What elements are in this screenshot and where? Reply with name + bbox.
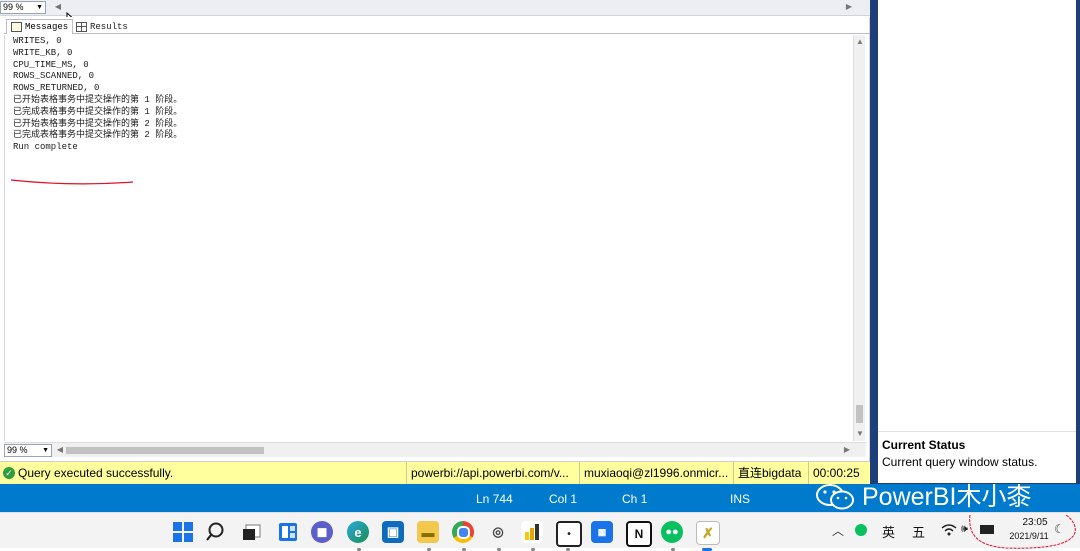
scroll-up-arrow-icon[interactable]: ▲: [854, 37, 866, 46]
messages-pane[interactable]: WRITES, 0 WRITE_KB, 0 CPU_TIME_MS, 0 ROW…: [4, 35, 853, 441]
status-user: muxiaoqi@zl1996.onmicr...: [579, 462, 737, 484]
file-explorer-icon[interactable]: ▬: [417, 521, 439, 543]
top-toolbar-strip: 99 % ▼ ◀ ▶: [0, 0, 870, 28]
ssms-app-icon[interactable]: ✗: [696, 521, 720, 545]
windows-start-icon[interactable]: [173, 522, 193, 542]
message-line: 已完成表格事务中提交操作的第 2 阶段。: [13, 130, 183, 141]
edge-browser-icon[interactable]: e: [347, 521, 369, 543]
message-line: ROWS_SCANNED, 0: [13, 71, 95, 82]
message-line: Run complete: [13, 142, 78, 153]
scrollbar-thumb[interactable]: [856, 405, 863, 423]
scroll-right-arrow-icon[interactable]: ▶: [843, 445, 851, 454]
horizontal-scrollbar-thumb[interactable]: [66, 447, 264, 454]
bottom-zoom-select[interactable]: 99 % ▼: [4, 444, 52, 457]
wifi-icon[interactable]: [941, 523, 957, 537]
widgets-icon[interactable]: [277, 521, 299, 543]
messages-icon: [11, 22, 22, 32]
properties-description: Current query window status.: [882, 455, 1038, 469]
properties-divider: [878, 431, 1076, 432]
chevron-up-icon[interactable]: ︿: [832, 522, 844, 539]
properties-panel-frame: Current Status Current query window stat…: [870, 0, 1080, 486]
watermark-text: PowerBI木小桼: [862, 483, 1032, 511]
red-circle-annotation: [969, 514, 1076, 549]
editor-character-number: Ch 1: [622, 492, 648, 506]
status-server: powerbi://api.powerbi.com/v...: [406, 462, 583, 484]
message-line: 已开始表格事务中提交操作的第 1 阶段。: [13, 94, 183, 105]
message-line: ROWS_RETURNED, 0: [13, 83, 100, 94]
store-icon[interactable]: ▣: [382, 521, 404, 543]
ime-mode-indicator[interactable]: 五: [912, 522, 925, 541]
notion-icon[interactable]: N: [626, 521, 652, 547]
scroll-left-arrow-icon[interactable]: ◀: [56, 445, 64, 454]
editor-status-bar: Ln 744 Col 1 Ch 1 INS PowerBI木小桼: [0, 481, 1080, 513]
ime-language-indicator[interactable]: 英: [882, 522, 895, 541]
properties-panel: Current Status Current query window stat…: [878, 0, 1076, 483]
top-zoom-select[interactable]: 99 % ▼: [0, 1, 46, 14]
red-underline-annotation: [10, 179, 134, 185]
query-status-bar: ✓ Query executed successfully. powerbi:/…: [0, 461, 870, 484]
task-view-icon[interactable]: [241, 521, 263, 543]
properties-title: Current Status: [882, 438, 966, 452]
status-message: Query executed successfully.: [18, 466, 174, 480]
message-line: 已开始表格事务中提交操作的第 2 阶段。: [13, 118, 183, 129]
calendar-icon[interactable]: ▦: [591, 521, 613, 543]
editor-insert-mode: INS: [730, 492, 751, 506]
messages-text: WRITES, 0 WRITE_KB, 0 CPU_TIME_MS, 0 ROW…: [13, 36, 843, 154]
chevron-down-icon: ▼: [42, 447, 49, 454]
chrome-browser-icon[interactable]: [452, 521, 474, 543]
message-line: CPU_TIME_MS, 0: [13, 59, 89, 70]
grid-icon: [76, 22, 87, 32]
message-line: WRITES, 0: [13, 36, 62, 46]
search-icon[interactable]: [206, 521, 228, 543]
scroll-right-arrow-icon[interactable]: ▶: [845, 2, 853, 11]
chevron-down-icon: ▼: [36, 4, 43, 11]
terminal-app-icon[interactable]: •: [556, 521, 582, 547]
editor-line-number: Ln 744: [476, 492, 513, 506]
teams-chat-icon[interactable]: ◼: [311, 521, 333, 543]
messages-bottom-bar: 99 % ▼ ◀ ▶: [4, 442, 866, 457]
results-tab-strip: Messages Results: [4, 19, 870, 34]
wechat-app-icon[interactable]: ●●: [661, 521, 683, 543]
wechat-tray-icon[interactable]: [855, 524, 867, 536]
success-check-icon: ✓: [3, 467, 15, 479]
scroll-down-arrow-icon[interactable]: ▼: [854, 429, 866, 438]
windows-taskbar: ◼ e ▣ ▬ ◎ • ▦ N ●● ✗ ︿ 英 五 🕪 23:05 2021/…: [0, 512, 1080, 551]
app-launcher-icon[interactable]: ◎: [487, 521, 509, 543]
message-line: WRITE_KB, 0: [13, 47, 73, 58]
power-bi-icon[interactable]: [521, 521, 543, 543]
wechat-logo-icon: [814, 481, 858, 513]
editor-column-number: Col 1: [549, 492, 578, 506]
scroll-left-arrow-icon[interactable]: ◀: [54, 2, 62, 11]
message-line: 已完成表格事务中提交操作的第 1 阶段。: [13, 106, 183, 117]
tab-results[interactable]: Results: [72, 20, 132, 34]
status-database: 直连bigdata: [733, 462, 812, 484]
messages-vertical-scrollbar[interactable]: ▲ ▼: [853, 35, 865, 441]
tab-messages[interactable]: Messages: [6, 19, 74, 34]
